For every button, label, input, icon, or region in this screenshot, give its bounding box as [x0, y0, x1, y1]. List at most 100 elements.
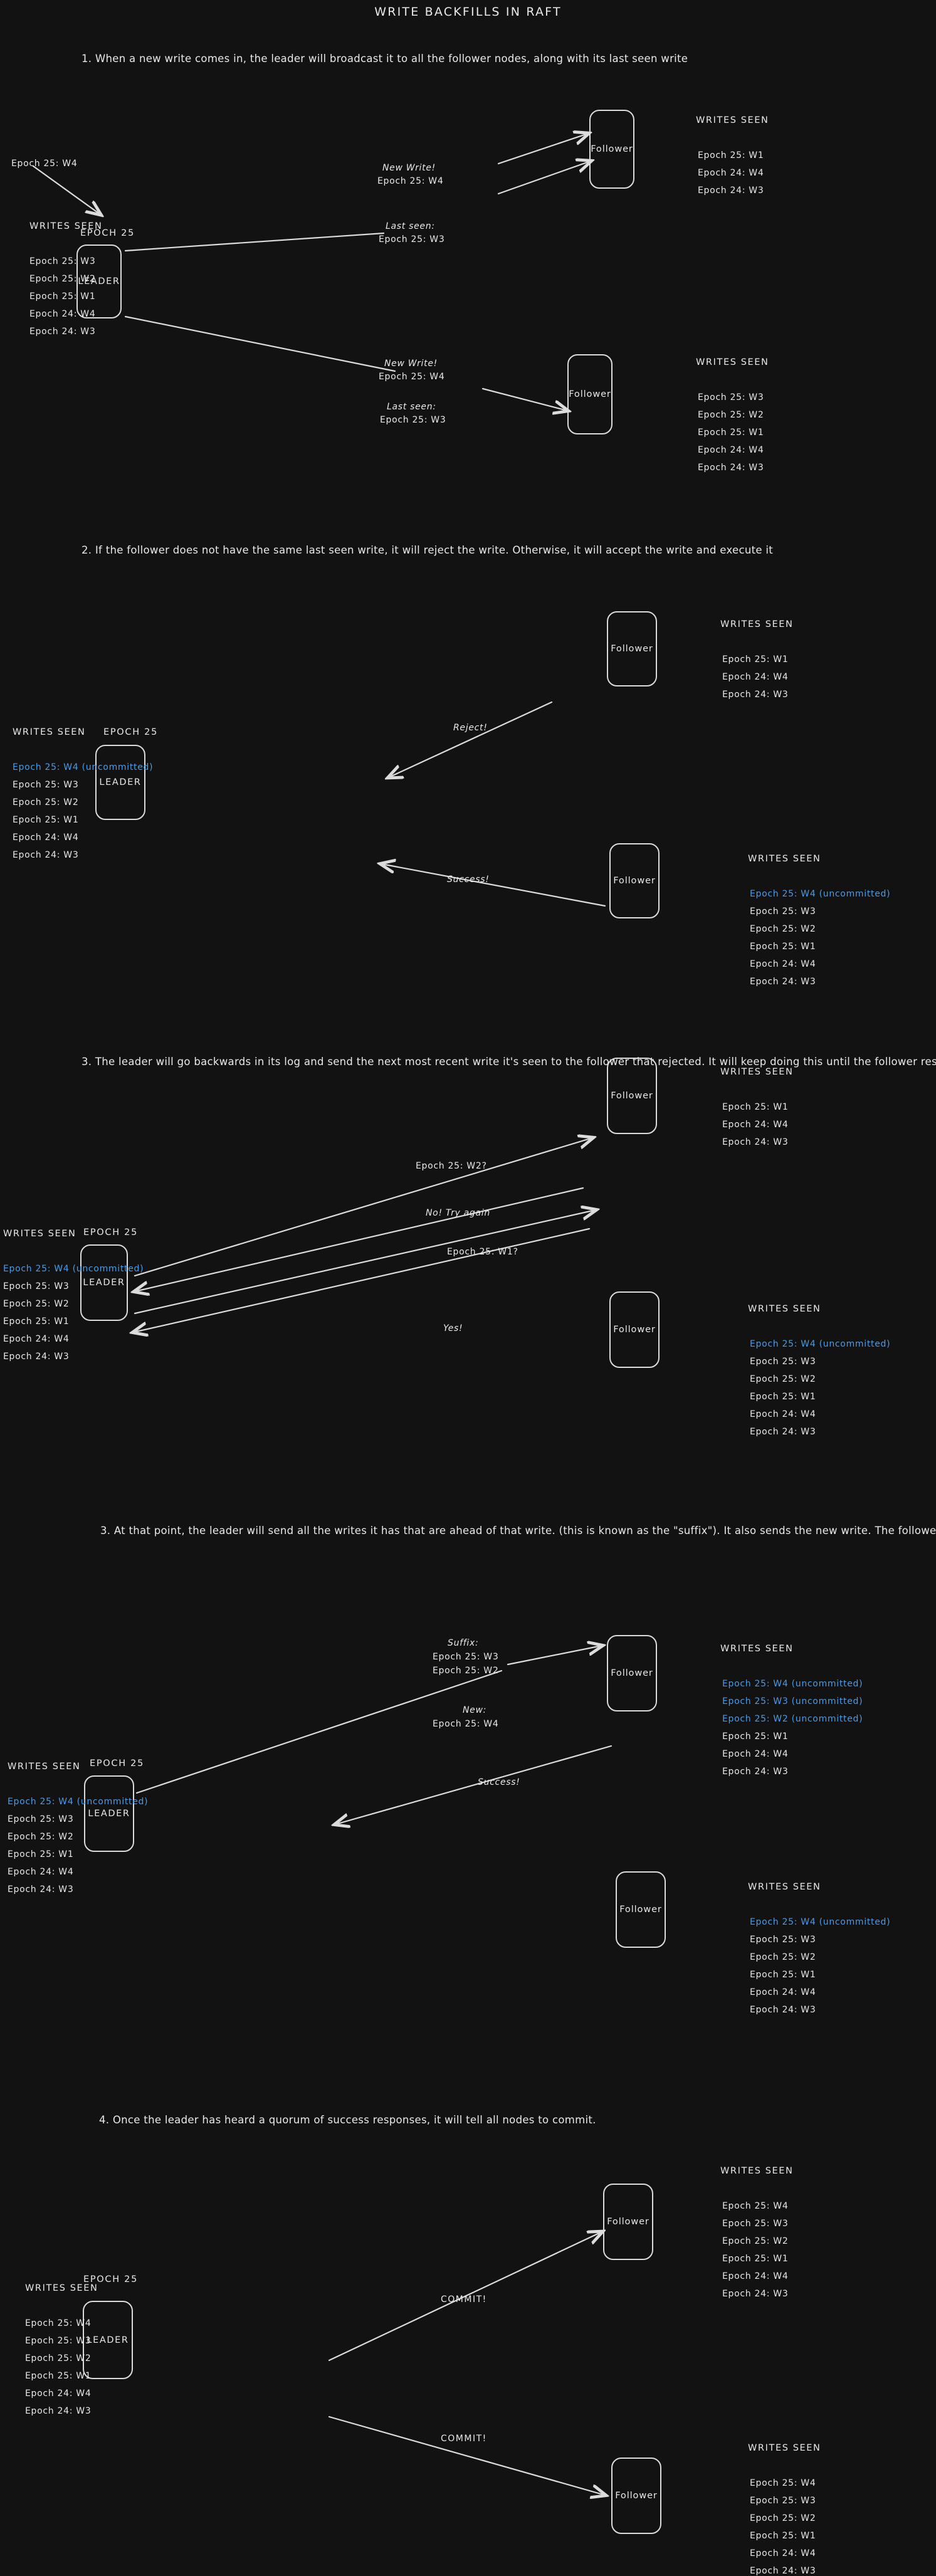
write-entry: Epoch 25: W4 [722, 2201, 789, 2211]
write-entry: Epoch 24: W3 [722, 690, 789, 700]
writes-entries: Epoch 25: W4 (uncommitted) Epoch 25: W3 Ep… [13, 762, 153, 860]
write-entry: Epoch 24: W3 [698, 463, 764, 473]
writes-entries: Epoch 25: W4 (uncommitted) Epoch 25: W3 Ep… [8, 1797, 148, 1895]
writes-entries: Epoch 25: W4 (uncommitted) Epoch 25: W3 Ep… [750, 1917, 890, 2015]
arrow-label-yes: Yes! [443, 1323, 463, 1333]
write-entry: Epoch 24: W4 [13, 833, 79, 843]
follower-node-4a[interactable]: Follower [607, 1635, 657, 1711]
follower-node-label: Follower [569, 389, 611, 399]
arrow-s4-success-arrow [335, 1745, 613, 1824]
write-entry: Epoch 25: W1 [698, 428, 764, 438]
write-entry: Epoch 24: W3 [29, 327, 96, 337]
arrow-s5-commit-bottom [328, 2416, 605, 2495]
follower-node-2b[interactable]: Follower [609, 843, 660, 918]
write-entry: Epoch 24: W4 [3, 1334, 70, 1344]
follower-node-5b[interactable]: Follower [611, 2458, 661, 2534]
follower-node-label: Follower [611, 1091, 653, 1101]
writes-entries: Epoch 25: W1 Epoch 24: W4 Epoch 24: W3 [722, 655, 796, 700]
follower-writes-list-2b: WRITES SEEN Epoch 25: W4 (uncommitted) Ep… [748, 854, 890, 987]
write-entry: Epoch 24: W4 [8, 1867, 74, 1877]
step-text-broadcast: 1. When a new write comes in, the leader… [82, 53, 688, 65]
follower-node-3a[interactable]: Follower [607, 1058, 657, 1134]
follower-node-label: Follower [591, 144, 633, 154]
write-entry: Epoch 24: W3 [722, 1137, 789, 1147]
writes-seen-header: WRITES SEEN [720, 2166, 794, 2176]
follower-node-label: Follower [619, 1905, 662, 1915]
write-entry: Epoch 25: W2 [750, 1374, 816, 1384]
follower-node-1a[interactable]: Follower [589, 110, 634, 189]
write-entry: Epoch 25: W2 [698, 410, 764, 420]
writes-entries: Epoch 25: W4 (uncommitted) Epoch 25: W3 (… [722, 1679, 863, 1777]
write-entry: Epoch 24: W4 [698, 445, 764, 455]
writes-seen-header: WRITES SEEN [748, 2443, 821, 2453]
write-entry: Epoch 25: W4 (uncommitted) [750, 1339, 891, 1349]
step-text-commit: 4. Once the leader has heard a quorum of… [99, 2114, 596, 2126]
arrow-label-last-seen-1-value: Epoch 25: W3 [379, 234, 445, 244]
write-entry: Epoch 24: W4 [722, 1120, 789, 1130]
write-entry: Epoch 25: W1 [698, 150, 764, 160]
diagram-canvas: WRITE BACKFILLS IN RAFT 1. When a new wr… [0, 0, 936, 2576]
follower-writes-list-4b: WRITES SEEN Epoch 25: W4 (uncommitted) Ep… [748, 1882, 890, 2015]
arrow-label-commit-bottom: COMMIT! [441, 2434, 487, 2444]
write-entry: Epoch 24: W3 [750, 2566, 816, 2576]
write-entry: Epoch 25: W1 [750, 942, 816, 952]
incoming-write-label: Epoch 25: W4 [11, 159, 78, 169]
write-entry: Epoch 25: W3 [750, 1935, 816, 1945]
write-entry: Epoch 25: W1 [750, 2531, 816, 2541]
write-entry: Epoch 25: W2 (uncommitted) [722, 1714, 863, 1724]
follower-node-label: Follower [611, 644, 653, 654]
writes-seen-header: WRITES SEEN [720, 1644, 794, 1654]
follower-node-label: Follower [613, 1325, 656, 1335]
writes-entries: Epoch 25: W4 Epoch 25: W3 Epoch 25: W2 Epoc… [722, 2201, 796, 2299]
follower-node-5a[interactable]: Follower [603, 2184, 653, 2260]
follower-node-label: Follower [607, 2217, 649, 2227]
writes-entries: Epoch 25: W4 Epoch 25: W3 Epoch 25: W2 Epoc… [750, 2478, 823, 2576]
follower-writes-list-2a: WRITES SEEN Epoch 25: W1 Epoch 24: W4 Epoc… [720, 619, 796, 700]
write-entry: Epoch 25: W3 [13, 780, 79, 790]
write-entry: Epoch 25: W2 [750, 2513, 816, 2523]
arrow-label-reject: Reject! [453, 723, 488, 733]
arrow-label-w1-question: Epoch 25: W1? [447, 1247, 518, 1257]
leader-writes-list-2: WRITES SEEN Epoch 25: W4 (uncommitted) Ep… [13, 727, 153, 860]
write-entry: Epoch 25: W2 [750, 924, 816, 934]
follower-node-label: Follower [615, 2491, 658, 2501]
arrow-s1-leader-to-lastseen-label [124, 232, 385, 252]
follower-writes-list-4a: WRITES SEEN Epoch 25: W4 (uncommitted) Ep… [720, 1644, 863, 1777]
writes-seen-header: WRITES SEEN [720, 1067, 794, 1077]
writes-entries: Epoch 25: W3 Epoch 25: W2 Epoch 25: W1 Epoc… [698, 392, 771, 473]
leader-writes-list-1: WRITES SEEN Epoch 25: W3 Epoch 25: W2 Epoc… [29, 221, 103, 337]
write-entry: Epoch 25: W4 (uncommitted) [750, 1917, 891, 1927]
write-entry: Epoch 25: W4 [25, 2318, 92, 2328]
follower-node-1b[interactable]: Follower [567, 354, 613, 434]
writes-entries: Epoch 25: W1 Epoch 24: W4 Epoch 24: W3 [722, 1102, 796, 1147]
arrow-label-suffix: Suffix: [448, 1638, 479, 1648]
arrow-s3-yes [134, 1228, 591, 1332]
arrow-s2-success [381, 864, 606, 907]
write-entry: Epoch 24: W4 [750, 1987, 816, 1997]
writes-seen-header: WRITES SEEN [3, 1229, 76, 1239]
follower-node-3b[interactable]: Follower [609, 1291, 660, 1368]
writes-seen-header: WRITES SEEN [748, 854, 821, 864]
write-entry: Epoch 25: W3 [29, 256, 96, 266]
write-entry: Epoch 25: W1 [3, 1317, 70, 1327]
arrow-label-success-4: Success! [478, 1777, 520, 1787]
write-entry: Epoch 24: W4 [722, 672, 789, 682]
write-entry: Epoch 25: W4 (uncommitted) [722, 1679, 863, 1689]
arrow-s3-w1-question [134, 1210, 596, 1315]
follower-node-2a[interactable]: Follower [607, 611, 657, 686]
write-entry: Epoch 25: W3 [698, 392, 764, 402]
write-entry: Epoch 25: W4 (uncommitted) [3, 1264, 144, 1274]
write-entry: Epoch 25: W3 [3, 1281, 70, 1291]
arrow-label-suffix-w3: Epoch 25: W3 [433, 1652, 499, 1662]
writes-entries: Epoch 25: W3 Epoch 25: W2 Epoch 25: W1 Epoc… [29, 256, 103, 337]
follower-node-4b[interactable]: Follower [616, 1871, 666, 1948]
arrow-label-last-seen-2: Last seen: [387, 402, 436, 412]
write-entry: Epoch 25: W1 [750, 1392, 816, 1402]
write-entry: Epoch 25: W3 [8, 1814, 74, 1824]
writes-seen-header: WRITES SEEN [696, 115, 769, 125]
follower-node-label: Follower [611, 1668, 653, 1678]
arrow-s4-suffix [507, 1646, 602, 1666]
write-entry: Epoch 25: W1 [722, 1732, 789, 1742]
write-entry: Epoch 25: W2 [29, 274, 96, 284]
leader-writes-list-5: WRITES SEEN Epoch 25: W4 Epoch 25: W3 Epoc… [25, 2283, 98, 2416]
